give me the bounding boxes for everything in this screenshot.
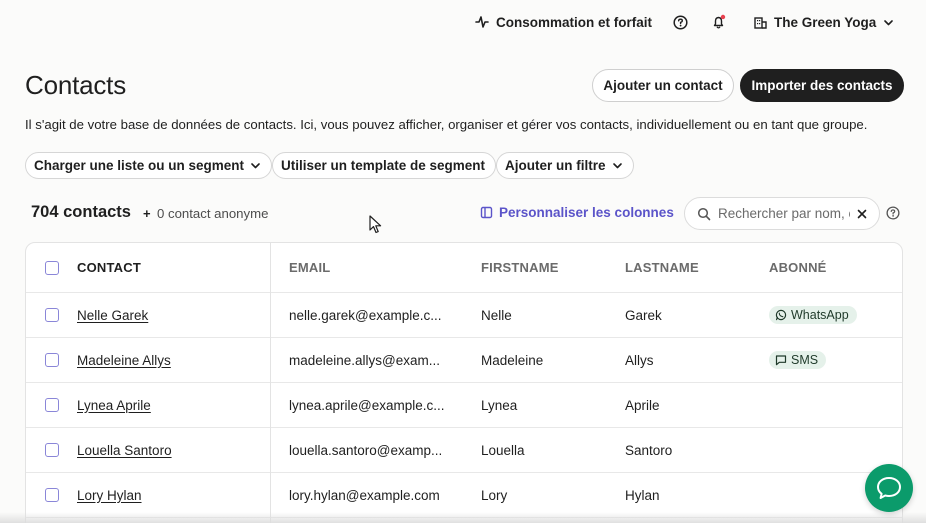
row-checkbox[interactable]: [45, 308, 59, 322]
lastname-cell: Garek: [625, 307, 662, 323]
contact-name-link[interactable]: Nelle Garek: [77, 308, 148, 323]
table-row[interactable]: Madeleine Allys madeleine.allys@exam... …: [26, 338, 902, 383]
search-icon: [697, 207, 711, 221]
bottom-fade: [0, 512, 926, 523]
segment-template-button[interactable]: Utiliser un template de segment: [272, 152, 497, 179]
message-icon: [775, 354, 787, 366]
row-select-cell: [45, 338, 59, 382]
whatsapp-icon: [775, 309, 787, 321]
contacts-table: CONTACT EMAIL FIRSTNAME LASTNAME ABONNÉ …: [25, 242, 903, 523]
load-list-label: Charger une liste ou un segment: [34, 158, 245, 173]
subscribed-cell: WhatsApp: [769, 293, 857, 337]
sms-badge-label: SMS: [791, 353, 819, 367]
search-input[interactable]: [718, 206, 850, 221]
row-select-cell: [45, 293, 59, 337]
firstname-cell: Lynea: [481, 397, 518, 413]
customize-columns-label: Personnaliser les colonnes: [499, 205, 674, 220]
column-header-firstname[interactable]: FIRSTNAME: [481, 243, 559, 292]
firstname-cell: Lory: [481, 487, 508, 503]
row-checkbox[interactable]: [45, 488, 59, 502]
help-button[interactable]: [673, 12, 688, 32]
usage-link[interactable]: Consommation et forfait: [475, 12, 652, 32]
mouse-cursor-icon: [369, 215, 382, 239]
count-plus: +: [143, 206, 151, 221]
contact-name-link[interactable]: Lynea Aprile: [77, 398, 151, 413]
whatsapp-badge-label: WhatsApp: [791, 308, 849, 322]
account-name: The Green Yoga: [774, 14, 877, 30]
load-list-dropdown[interactable]: Charger une liste ou un segment: [25, 152, 273, 179]
column-header-subscribed[interactable]: ABONNÉ: [769, 243, 827, 292]
row-select-cell: [45, 428, 59, 472]
table-header-row: CONTACT EMAIL FIRSTNAME LASTNAME ABONNÉ: [26, 243, 902, 293]
building-icon: [754, 16, 767, 29]
search-help-icon[interactable]: [886, 206, 900, 220]
import-contacts-button[interactable]: Importer des contacts: [740, 69, 904, 102]
anonymous-count: 0 contact anonyme: [157, 206, 269, 221]
lastname-cell: Allys: [625, 352, 654, 368]
page-title: Contacts: [25, 70, 127, 100]
column-header-email[interactable]: EMAIL: [289, 243, 330, 292]
row-select-cell: [45, 383, 59, 427]
chat-button[interactable]: [865, 464, 913, 512]
page-description: Il s'agit de votre base de données de co…: [25, 117, 868, 132]
clear-search-button[interactable]: [857, 209, 867, 219]
column-header-contact[interactable]: CONTACT: [77, 243, 141, 292]
contact-name-link[interactable]: Louella Santoro: [77, 443, 172, 458]
select-all-checkbox[interactable]: [45, 260, 59, 275]
help-icon: [673, 14, 688, 30]
lastname-cell: Aprile: [625, 397, 660, 413]
search-box: [684, 197, 880, 230]
select-all-cell: [45, 243, 59, 292]
account-switcher[interactable]: The Green Yoga: [754, 12, 894, 32]
chevron-down-icon: [883, 17, 894, 28]
email-cell: lynea.aprile@example.c...: [289, 397, 445, 413]
chat-bubble-icon: [875, 475, 903, 501]
chevron-down-icon: [612, 160, 623, 171]
lastname-cell: Santoro: [625, 442, 673, 458]
columns-icon: [480, 206, 493, 219]
sms-badge: SMS: [769, 351, 827, 369]
subscribed-cell: SMS: [769, 338, 827, 382]
column-header-lastname[interactable]: LASTNAME: [625, 243, 699, 292]
segment-template-label: Utiliser un template de segment: [281, 158, 486, 173]
contact-name-link[interactable]: Lory Hylan: [77, 488, 142, 503]
notifications-button[interactable]: [711, 12, 727, 32]
sticky-column-divider: [270, 243, 271, 523]
email-cell: madeleine.allys@exam...: [289, 352, 441, 368]
row-checkbox[interactable]: [45, 398, 59, 412]
firstname-cell: Nelle: [481, 307, 512, 323]
table-row[interactable]: Lynea Aprile lynea.aprile@example.c... L…: [26, 383, 902, 428]
bell-icon: [711, 14, 727, 30]
contact-count: 704 contacts: [31, 203, 131, 221]
firstname-cell: Louella: [481, 442, 525, 458]
whatsapp-badge: WhatsApp: [769, 306, 857, 324]
row-checkbox[interactable]: [45, 443, 59, 457]
lastname-cell: Hylan: [625, 487, 660, 503]
email-cell: louella.santoro@examp...: [289, 442, 443, 458]
usage-label: Consommation et forfait: [496, 14, 653, 30]
add-filter-label: Ajouter un filtre: [505, 158, 606, 173]
activity-icon: [475, 15, 489, 29]
firstname-cell: Madeleine: [481, 352, 544, 368]
customize-columns-button[interactable]: Personnaliser les colonnes: [480, 205, 674, 220]
top-bar: Consommation et forfait The Green Yoga: [0, 0, 926, 44]
add-filter-dropdown[interactable]: Ajouter un filtre: [496, 152, 634, 179]
contact-name-link[interactable]: Madeleine Allys: [77, 353, 171, 368]
row-checkbox[interactable]: [45, 353, 59, 367]
add-contact-button[interactable]: Ajouter un contact: [592, 69, 734, 102]
email-cell: lory.hylan@example.com: [289, 487, 440, 503]
table-row[interactable]: Nelle Garek nelle.garek@example.c... Nel…: [26, 293, 902, 338]
chevron-down-icon: [250, 160, 261, 171]
table-row[interactable]: Louella Santoro louella.santoro@examp...…: [26, 428, 902, 473]
email-cell: nelle.garek@example.c...: [289, 307, 442, 323]
row-select-cell: [45, 473, 59, 517]
